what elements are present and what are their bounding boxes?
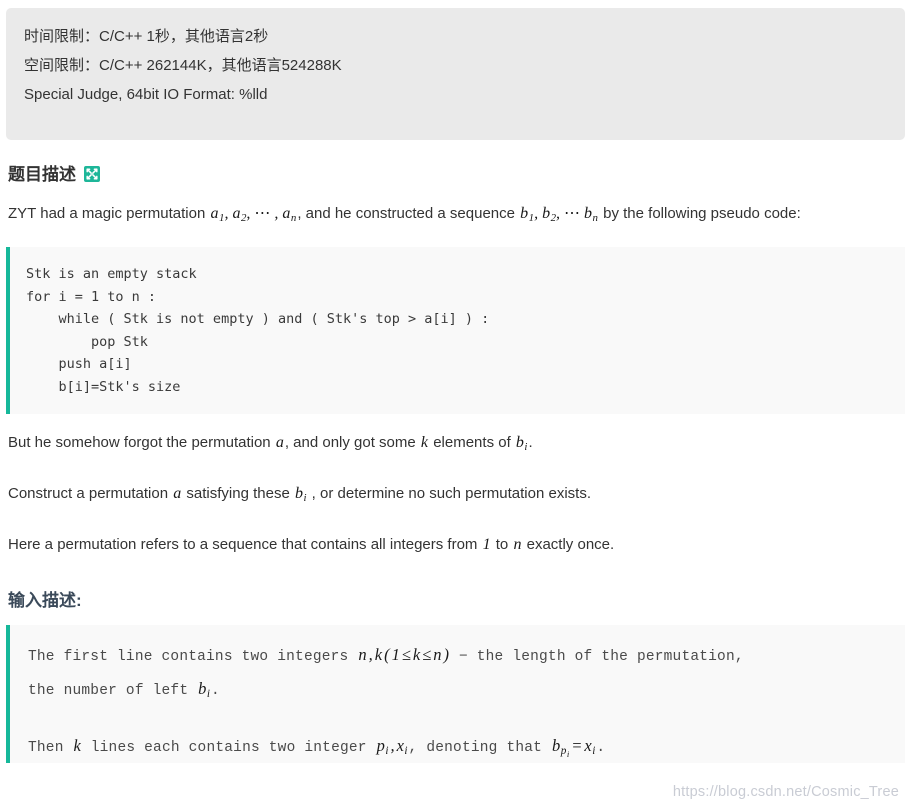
para2-text-1: But he somehow forgot the permutation [8,434,275,452]
math-p-i: pi [376,736,389,758]
para4-text-2: to [491,536,513,554]
space-limit-text: 空间限制：C/C++ 262144K，其他语言524288K [24,57,342,74]
expand-arrows-icon[interactable] [84,165,100,182]
para4-text-3: exactly once. [522,536,615,554]
input-description-block: The first line contains two integers n,k… [6,625,905,764]
math-k-3: k [412,645,421,665]
input-description-heading: 输入描述: [8,586,905,611]
input-line3-text-a: Then [28,740,73,757]
math-equals: = [571,736,583,756]
math-a-1: a [275,434,284,452]
math-a-2: a [173,485,182,503]
math-n-1: n [513,536,522,554]
intro-text-1: ZYT had a magic permutation [8,205,210,222]
intro-text-2: , and he constructed a sequence [297,205,520,222]
para3-text-1: Construct a permutation [8,485,173,503]
limits-box: 时间限制：C/C++ 1秒，其他语言2秒 空间限制：C/C++ 262144K，… [6,8,905,140]
csdn-watermark: https://blog.csdn.net/Cosmic_Tree [672,784,899,800]
math-b-i-2: bi [294,485,307,505]
para2-text-4: . [528,434,533,452]
judge-info-text: Special Judge, 64bit IO Format: %lld [24,86,268,103]
forgot-permutation-paragraph: But he somehow forgot the permutation a,… [8,428,905,462]
math-b-sequence: b1, b2, ⋯ bn [520,205,598,225]
math-n-3: n [433,645,442,665]
para4-text-1: Here a permutation refers to a sequence … [8,536,482,554]
input-description-title: 输入描述: [8,591,82,611]
problem-description-heading: 题目描述 [8,160,905,185]
input-line-1: The first line contains two integers n,k… [28,639,895,673]
pseudocode-text: Stk is an empty stack for i = 1 to n : w… [26,266,490,395]
math-one-1: 1 [482,536,491,554]
math-le-2: ≤ [422,645,432,665]
input-line3-text-d: . [596,740,606,757]
math-comma-2: , [390,736,395,756]
pseudocode-block: Stk is an empty stack for i = 1 to n : w… [6,247,905,415]
para3-text-2: satisfying these [182,485,294,503]
input-line1-text-b: − the length of the permutation, [450,649,744,666]
input-line1-text-a: The first line contains two integers [28,649,358,666]
math-k-4: k [73,736,81,756]
math-k-1: k [420,434,429,452]
math-paren-open: ( [384,645,390,665]
input-line3-text-b: lines each contains two integer [81,740,376,757]
problem-description-title: 题目描述 [8,165,76,184]
math-x-i-1: xi [396,736,408,758]
intro-text-3: by the following pseudo code: [598,205,801,222]
math-a-sequence: a1, a2, ⋯ , an [210,205,297,225]
input-line2-text-a: the number of left [28,683,198,700]
problem-page: 时间限制：C/C++ 1秒，其他语言2秒 空间限制：C/C++ 262144K，… [0,8,911,808]
math-comma-1: , [368,645,373,665]
math-le-1: ≤ [401,645,411,665]
math-x-i-2: xi [584,736,596,758]
input-block-spacer [28,710,895,730]
math-n-2: n [358,645,367,665]
problem-intro-paragraph: ZYT had a magic permutation a1, a2, ⋯ , … [8,199,905,233]
math-paren-close: ) [443,645,450,665]
math-b-i-1: bi [515,434,528,454]
input-line2-text-b: . [211,683,220,700]
para2-text-2: , and only got some [284,434,420,452]
math-b-p-i: bpi [551,736,570,759]
para3-text-3: , or determine no such permutation exist… [307,485,591,503]
math-k-2: k [374,645,383,665]
math-b-i-3: bi [198,679,211,701]
input-line3-text-c: , denoting that [408,740,551,757]
permutation-definition-paragraph: Here a permutation refers to a sequence … [8,530,905,560]
math-one-2: 1 [391,645,400,665]
input-line-3: Then k lines each contains two integer p… [28,730,895,763]
para2-text-3: elements of [429,434,515,452]
input-line-2: the number of left bi. [28,673,895,710]
time-limit-text: 时间限制：C/C++ 1秒，其他语言2秒 [24,28,269,45]
construct-permutation-paragraph: Construct a permutation a satisfying the… [8,479,905,513]
